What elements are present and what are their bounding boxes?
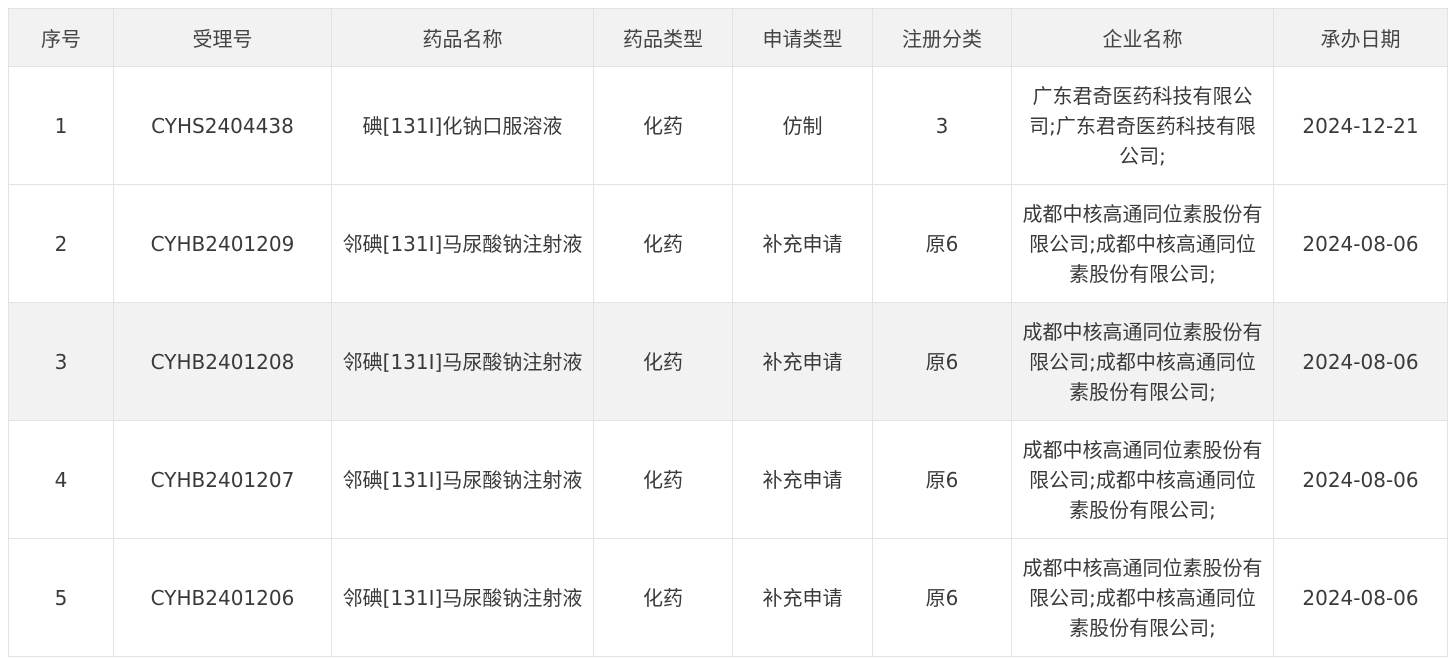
cell-registration-class: 原6 [872,420,1012,539]
table-header: 序号 受理号 药品名称 药品类型 申请类型 注册分类 企业名称 承办日期 [8,8,1448,67]
table-row[interactable]: 1 CYHS2404438 碘[131I]化钠口服溶液 化药 仿制 3 广东君奇… [8,66,1448,185]
table-row[interactable]: 4 CYHB2401207 邻碘[131I]马尿酸钠注射液 化药 补充申请 原6… [8,420,1448,539]
cell-acceptance-no[interactable]: CYHB2401208 [113,302,332,421]
cell-drug-name[interactable]: 邻碘[131I]马尿酸钠注射液 [331,302,594,421]
header-registration-class[interactable]: 注册分类 [872,8,1012,67]
drug-registration-table: 序号 受理号 药品名称 药品类型 申请类型 注册分类 企业名称 承办日期 1 C… [8,8,1448,657]
cell-index: 3 [8,302,114,421]
cell-application-type: 补充申请 [732,420,873,539]
header-company[interactable]: 企业名称 [1011,8,1274,67]
header-application-type[interactable]: 申请类型 [732,8,873,67]
page: 序号 受理号 药品名称 药品类型 申请类型 注册分类 企业名称 承办日期 1 C… [0,0,1452,659]
table-row[interactable]: 3 CYHB2401208 邻碘[131I]马尿酸钠注射液 化药 补充申请 原6… [8,302,1448,421]
cell-company[interactable]: 成都中核高通同位素股份有限公司;成都中核高通同位素股份有限公司; [1011,538,1274,657]
header-row: 序号 受理号 药品名称 药品类型 申请类型 注册分类 企业名称 承办日期 [8,8,1448,67]
table-body: 1 CYHS2404438 碘[131I]化钠口服溶液 化药 仿制 3 广东君奇… [8,66,1448,657]
cell-application-type: 补充申请 [732,184,873,303]
cell-drug-type: 化药 [593,66,733,185]
table-row[interactable]: 5 CYHB2401206 邻碘[131I]马尿酸钠注射液 化药 补充申请 原6… [8,538,1448,657]
cell-date: 2024-08-06 [1273,538,1448,657]
cell-drug-type: 化药 [593,538,733,657]
cell-registration-class: 原6 [872,302,1012,421]
cell-application-type: 补充申请 [732,538,873,657]
cell-index: 1 [8,66,114,185]
cell-drug-name[interactable]: 碘[131I]化钠口服溶液 [331,66,594,185]
cell-date: 2024-08-06 [1273,420,1448,539]
table-row[interactable]: 2 CYHB2401209 邻碘[131I]马尿酸钠注射液 化药 补充申请 原6… [8,184,1448,303]
cell-drug-type: 化药 [593,302,733,421]
header-index[interactable]: 序号 [8,8,114,67]
cell-company[interactable]: 成都中核高通同位素股份有限公司;成都中核高通同位素股份有限公司; [1011,420,1274,539]
cell-drug-name[interactable]: 邻碘[131I]马尿酸钠注射液 [331,184,594,303]
cell-company[interactable]: 成都中核高通同位素股份有限公司;成都中核高通同位素股份有限公司; [1011,302,1274,421]
cell-index: 2 [8,184,114,303]
cell-application-type: 补充申请 [732,302,873,421]
cell-index: 5 [8,538,114,657]
header-drug-name[interactable]: 药品名称 [331,8,594,67]
header-acceptance-no[interactable]: 受理号 [113,8,332,67]
cell-acceptance-no[interactable]: CYHB2401209 [113,184,332,303]
cell-acceptance-no[interactable]: CYHS2404438 [113,66,332,185]
cell-company[interactable]: 成都中核高通同位素股份有限公司;成都中核高通同位素股份有限公司; [1011,184,1274,303]
cell-acceptance-no[interactable]: CYHB2401206 [113,538,332,657]
cell-registration-class: 3 [872,66,1012,185]
cell-registration-class: 原6 [872,184,1012,303]
cell-date: 2024-12-21 [1273,66,1448,185]
cell-date: 2024-08-06 [1273,302,1448,421]
cell-application-type: 仿制 [732,66,873,185]
cell-drug-name[interactable]: 邻碘[131I]马尿酸钠注射液 [331,538,594,657]
cell-acceptance-no[interactable]: CYHB2401207 [113,420,332,539]
cell-company[interactable]: 广东君奇医药科技有限公司;广东君奇医药科技有限公司; [1011,66,1274,185]
cell-drug-type: 化药 [593,184,733,303]
cell-index: 4 [8,420,114,539]
cell-date: 2024-08-06 [1273,184,1448,303]
header-date[interactable]: 承办日期 [1273,8,1448,67]
cell-drug-type: 化药 [593,420,733,539]
header-drug-type[interactable]: 药品类型 [593,8,733,67]
cell-registration-class: 原6 [872,538,1012,657]
cell-drug-name[interactable]: 邻碘[131I]马尿酸钠注射液 [331,420,594,539]
